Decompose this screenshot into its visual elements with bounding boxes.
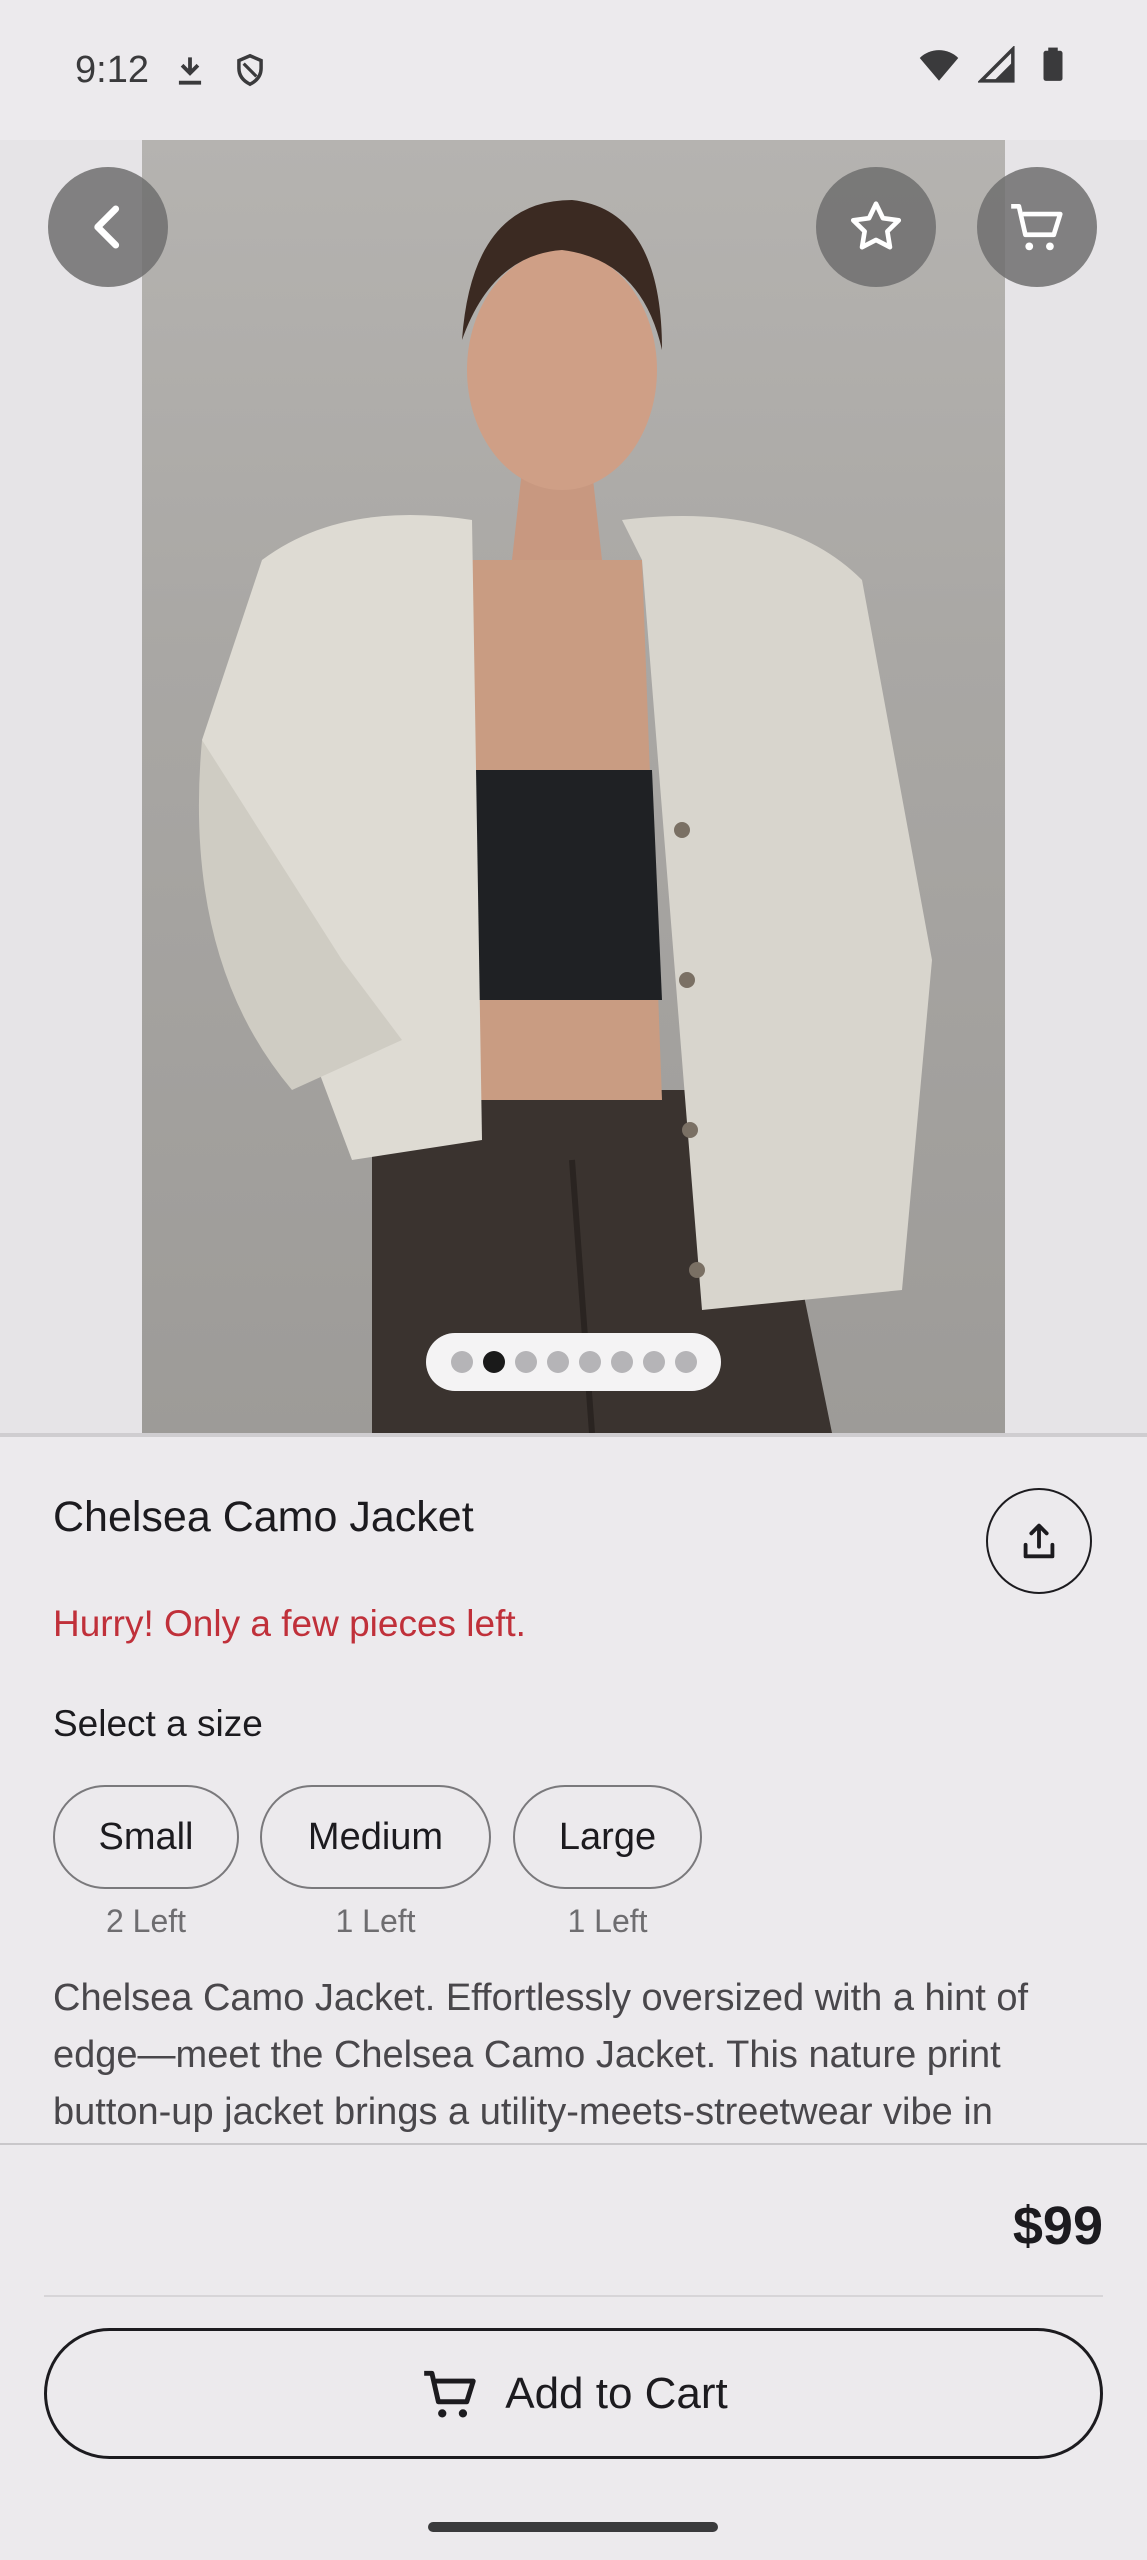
status-bar: 9:12 bbox=[0, 0, 1147, 140]
add-to-cart-label: Add to Cart bbox=[505, 2368, 728, 2418]
size-option-small[interactable]: Small bbox=[53, 1785, 239, 1889]
product-description: Chelsea Camo Jacket. Effortlessly oversi… bbox=[53, 1977, 1029, 2133]
share-icon bbox=[1023, 1523, 1055, 1559]
size-stock-medium: 1 Left bbox=[335, 1903, 416, 1939]
share-button[interactable] bbox=[986, 1488, 1092, 1594]
product-photo bbox=[142, 140, 1005, 1433]
pager-dot[interactable] bbox=[610, 1351, 633, 1373]
pager-dot-active[interactable] bbox=[482, 1351, 505, 1373]
back-button[interactable] bbox=[48, 167, 168, 287]
size-stock-large: 1 Left bbox=[567, 1903, 648, 1939]
signal-icon bbox=[976, 44, 1016, 94]
cart-icon bbox=[1011, 204, 1063, 251]
product-image-carousel[interactable] bbox=[0, 140, 1147, 1433]
star-icon bbox=[850, 201, 902, 250]
home-indicator[interactable] bbox=[428, 2522, 718, 2532]
download-icon bbox=[171, 51, 209, 89]
size-selector-label: Select a size bbox=[53, 1703, 263, 1744]
battery-icon bbox=[1034, 46, 1072, 94]
shield-icon bbox=[231, 51, 269, 89]
favorite-button[interactable] bbox=[816, 167, 936, 287]
section-divider bbox=[0, 1433, 1147, 1437]
pager-dot[interactable] bbox=[546, 1351, 569, 1373]
chevron-left-icon bbox=[94, 205, 120, 249]
purchase-divider bbox=[44, 2295, 1103, 2297]
stock-urgency-message: Hurry! Only a few pieces left. bbox=[53, 1603, 526, 1644]
product-title: Chelsea Camo Jacket bbox=[53, 1493, 474, 1541]
pager-dot[interactable] bbox=[578, 1351, 601, 1373]
size-option-medium[interactable]: Medium bbox=[260, 1785, 491, 1889]
add-to-cart-button[interactable]: Add to Cart bbox=[44, 2328, 1103, 2459]
pager-dot[interactable] bbox=[514, 1351, 537, 1373]
image-pager[interactable] bbox=[426, 1333, 721, 1391]
pager-dot[interactable] bbox=[674, 1351, 697, 1373]
size-option-large[interactable]: Large bbox=[513, 1785, 702, 1889]
wifi-icon bbox=[918, 44, 960, 96]
product-price: $99 bbox=[1012, 2196, 1103, 2256]
cart-icon bbox=[424, 2370, 476, 2418]
status-time: 9:12 bbox=[75, 48, 149, 91]
pager-dot[interactable] bbox=[642, 1351, 665, 1373]
size-stock-small: 2 Left bbox=[105, 1903, 187, 1939]
pager-dot[interactable] bbox=[450, 1351, 473, 1373]
cart-button[interactable] bbox=[977, 167, 1097, 287]
